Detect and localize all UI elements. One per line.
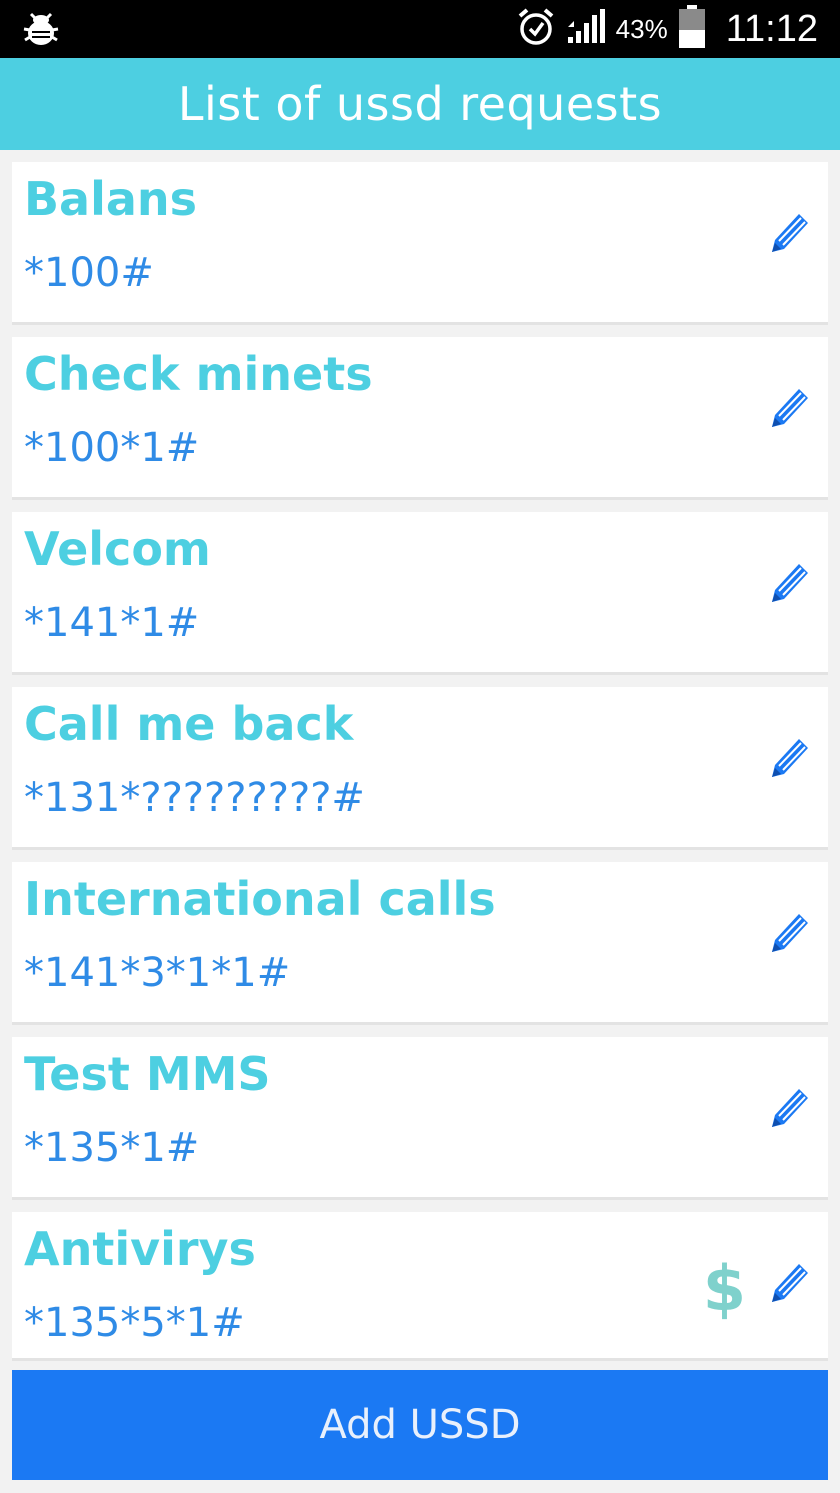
request-code: *141*1#	[24, 600, 200, 646]
pencil-edit-icon[interactable]	[768, 210, 810, 256]
ussd-request-item[interactable]: International calls *141*3*1*1#	[12, 862, 828, 1022]
add-ussd-button[interactable]: Add USSD	[12, 1370, 828, 1480]
request-code: *100*1#	[24, 425, 200, 471]
battery-icon	[678, 4, 706, 54]
status-bar: 43% 11:12	[0, 0, 840, 58]
clock-time: 11:12	[725, 7, 818, 50]
ussd-request-item[interactable]: Balans *100#	[12, 162, 828, 322]
request-name: Test MMS	[24, 1047, 271, 1101]
pencil-edit-icon[interactable]	[768, 910, 810, 956]
request-name: Velcom	[24, 522, 211, 576]
request-name: Balans	[24, 172, 198, 226]
request-code: *131*?????????#	[24, 775, 365, 821]
debug-bug-icon	[22, 12, 60, 53]
request-code: *135*1#	[24, 1125, 200, 1171]
ussd-request-item[interactable]: Test MMS *135*1#	[12, 1037, 828, 1197]
request-name: Antivirys	[24, 1222, 256, 1276]
pencil-edit-icon[interactable]	[768, 1260, 810, 1306]
battery-percent: 43%	[615, 13, 668, 44]
ussd-request-item[interactable]: Velcom *141*1#	[12, 512, 828, 672]
ussd-request-item[interactable]: Antivirys *135*5*1# $	[12, 1212, 828, 1358]
ussd-request-item[interactable]: Check minets *100*1#	[12, 337, 828, 497]
alarm-clock-icon	[516, 7, 556, 52]
request-code: *135*5*1#	[24, 1300, 245, 1346]
request-name: Check minets	[24, 347, 373, 401]
request-code: *100#	[24, 250, 154, 296]
request-name: Call me back	[24, 697, 354, 751]
ussd-request-item[interactable]: Call me back *131*?????????#	[12, 687, 828, 847]
pencil-edit-icon[interactable]	[768, 1085, 810, 1131]
pencil-edit-icon[interactable]	[768, 735, 810, 781]
ussd-request-list: Balans *100# Check minets *100*1# Velcom…	[12, 162, 828, 1373]
request-name: International calls	[24, 872, 496, 926]
request-code: *141*3*1*1#	[24, 950, 291, 996]
signal-icon	[566, 8, 606, 50]
pencil-edit-icon[interactable]	[768, 560, 810, 606]
pencil-edit-icon[interactable]	[768, 385, 810, 431]
dollar-paid-icon: $	[702, 1252, 746, 1325]
page-title: List of ussd requests	[177, 77, 663, 131]
app-bar: List of ussd requests	[0, 58, 840, 150]
